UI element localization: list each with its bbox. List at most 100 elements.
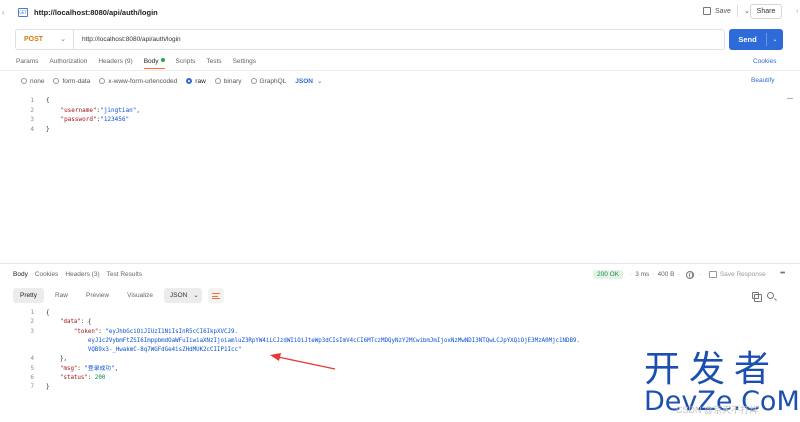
- json-value: eyJ1c2VybmFtZSI6ImppbmdOaWFuIiwiaXNzIjoi…: [87, 337, 580, 344]
- body-type-urlencoded-label: x-www-form-urlencoded: [108, 77, 178, 85]
- share-button[interactable]: Share: [750, 4, 782, 19]
- json-value: "eyJhbGciOiJIUzI1NiIsInR5cCI6IkpXVCJ9.: [105, 328, 238, 335]
- code-line: 4}: [26, 125, 786, 135]
- editor-scroll-indicator[interactable]: [787, 98, 793, 99]
- json-punct: },: [59, 356, 67, 363]
- raw-format-label: JSON: [295, 78, 313, 85]
- code-line: 2 "data": {: [28, 318, 768, 327]
- radio-icon: [21, 78, 27, 84]
- body-active-dot-icon: [160, 58, 165, 62]
- wrap-lines-icon: [212, 292, 220, 299]
- more-options-icon[interactable]: •••: [780, 270, 785, 277]
- url-input[interactable]: [74, 30, 714, 49]
- save-dropdown-chevron-icon[interactable]: ⌄: [744, 7, 750, 15]
- raw-format-select[interactable]: JSON ⌄: [295, 77, 322, 85]
- code-text: "password":"123456": [60, 116, 130, 123]
- method-select[interactable]: POST ⌄: [16, 30, 74, 49]
- wrap-lines-button[interactable]: [208, 288, 224, 303]
- code-text: {: [46, 310, 50, 316]
- view-raw[interactable]: Raw: [48, 288, 75, 303]
- chevron-down-icon: ⌄: [316, 78, 323, 85]
- collapse-right-icon[interactable]: ‹: [796, 8, 798, 15]
- json-key: "username": [60, 106, 97, 114]
- code-text: },: [46, 355, 67, 364]
- view-pretty[interactable]: Pretty: [13, 288, 44, 303]
- body-type-urlencoded[interactable]: x-www-form-urlencoded: [99, 78, 177, 85]
- body-type-binary[interactable]: binary: [214, 78, 242, 85]
- line-number: 7: [30, 384, 35, 391]
- code-line: 3 "password":"123456": [26, 115, 786, 125]
- body-type-none[interactable]: none: [21, 78, 44, 85]
- tab-scripts[interactable]: Scripts: [176, 58, 196, 65]
- request-tabs: Params Authorization Headers (9) Body Sc…: [16, 58, 267, 69]
- json-value: "123456": [100, 116, 130, 123]
- code-text: "token": "eyJhbGciOiJIUzI1NiIsInR5cCI6Ik…: [73, 328, 238, 335]
- line-number: 1: [30, 97, 34, 104]
- save-button[interactable]: Save: [715, 8, 731, 15]
- json-punct: : {: [80, 319, 92, 326]
- tab-authorization[interactable]: Authorization: [49, 58, 87, 65]
- tab-tests[interactable]: Tests: [206, 58, 221, 65]
- line-number: 4: [30, 356, 35, 363]
- body-type-raw[interactable]: raw: [186, 77, 206, 85]
- save-group: Save ⌄: [703, 5, 750, 17]
- collapse-left-icon[interactable]: ‹: [2, 8, 5, 17]
- separator: ·: [677, 271, 680, 278]
- resp-tab-body[interactable]: Body: [13, 271, 28, 278]
- json-key: "data": [59, 319, 81, 326]
- body-type-none-label: none: [30, 77, 45, 85]
- save-icon: [703, 7, 711, 15]
- save-response-button[interactable]: Save Response: [720, 271, 766, 278]
- response-format-select[interactable]: JSON ⌄: [164, 288, 202, 303]
- json-value-continuation: eyJ1c2VybmFtZSI6ImppbmdOaWFuIiwiaXNzIjoi…: [46, 337, 580, 346]
- copy-icon[interactable]: [752, 292, 762, 302]
- beautify-button[interactable]: Beautify: [751, 77, 775, 84]
- tab-settings[interactable]: Settings: [233, 58, 257, 65]
- code-text: "msg": "登录成功",: [59, 365, 119, 372]
- json-key: "password": [60, 116, 97, 123]
- code-line: 2 "username":"jingtian",: [26, 106, 786, 116]
- line-number-empty: [28, 337, 34, 346]
- code-line: 3 "token": "eyJhbGciOiJIUzI1NiIsInR5cCI6…: [28, 328, 768, 337]
- tab-headers[interactable]: Headers (9): [98, 58, 132, 65]
- response-size[interactable]: 400 B: [657, 271, 674, 278]
- body-type-selector: none form-data x-www-form-urlencoded raw…: [21, 77, 322, 85]
- line-number: 3: [30, 116, 34, 123]
- line-number-empty: [28, 346, 34, 355]
- cookies-link[interactable]: Cookies: [753, 58, 776, 65]
- status-badge[interactable]: 200 OK: [593, 270, 624, 279]
- request-body-editor[interactable]: 1 { 2 "username":"jingtian", 3 "password"…: [26, 96, 786, 134]
- tab-body[interactable]: Body: [143, 58, 165, 69]
- body-type-raw-label: raw: [195, 77, 206, 85]
- send-options-chevron-icon[interactable]: ⌄: [767, 36, 783, 43]
- view-preview[interactable]: Preview: [79, 288, 116, 303]
- response-time[interactable]: 3 ms: [635, 271, 649, 278]
- radio-icon: [250, 78, 257, 84]
- separator: ·: [652, 271, 655, 278]
- search-icon[interactable]: [767, 292, 774, 299]
- line-number: 2: [30, 106, 34, 114]
- chevron-down-icon: ⌄: [193, 293, 199, 299]
- request-title[interactable]: http://localhost:8080/api/auth/login: [34, 8, 158, 17]
- send-button[interactable]: Send ⌄: [729, 29, 783, 50]
- code-text: {: [46, 97, 50, 104]
- line-number: 5: [30, 365, 35, 372]
- url-bar: POST ⌄: [15, 29, 725, 50]
- body-type-form-data[interactable]: form-data: [53, 78, 90, 85]
- json-key: "msg": [59, 365, 78, 372]
- resp-tab-test-results[interactable]: Test Results: [107, 271, 142, 278]
- resp-tab-cookies[interactable]: Cookies: [35, 271, 58, 278]
- json-value: VQB9x3-_HwakmC-8q7WGFdGe4isZHdMUK2cCIIP1…: [87, 347, 242, 354]
- code-line-wrapped: eyJ1c2VybmFtZSI6ImppbmdOaWFuIiwiaXNzIjoi…: [28, 337, 768, 346]
- code-text: }: [46, 384, 50, 391]
- tab-params[interactable]: Params: [16, 58, 38, 65]
- body-type-graphql[interactable]: GraphQL: [250, 78, 286, 85]
- separator: ·: [699, 271, 702, 278]
- resp-tab-headers[interactable]: Headers (3): [65, 271, 99, 278]
- line-number: 2: [30, 319, 35, 326]
- pane-divider[interactable]: [0, 263, 800, 264]
- globe-icon[interactable]: [685, 270, 694, 279]
- body-type-form-data-label: form-data: [62, 77, 91, 85]
- tab-body-label: Body: [143, 58, 159, 65]
- view-visualize[interactable]: Visualize: [120, 288, 160, 303]
